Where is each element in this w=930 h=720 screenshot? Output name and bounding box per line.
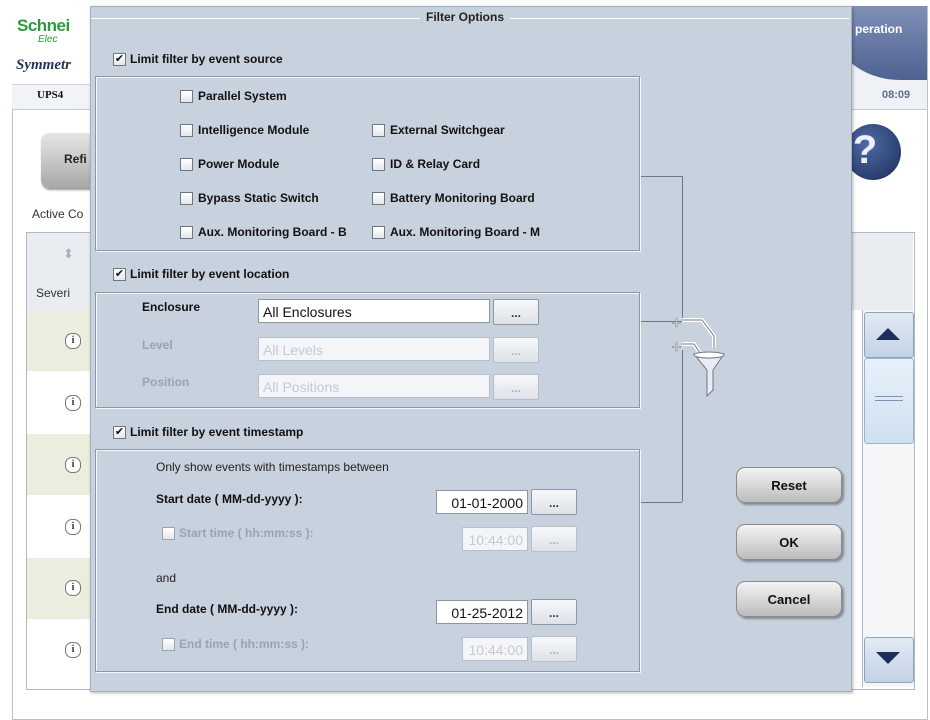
arrow-down-icon (876, 652, 900, 664)
timestamp-filter-checkbox[interactable]: ✔ (113, 426, 126, 439)
intelligence-module-label: Intelligence Module (198, 123, 310, 137)
timestamp-intro-text: Only show events with timestamps between (156, 460, 389, 474)
parallel-system-label: Parallel System (198, 89, 287, 103)
severity-column-header[interactable]: Severi (36, 286, 70, 300)
source-filter-label: Limit filter by event source (130, 52, 283, 66)
enclosure-browse-button[interactable]: ... (493, 299, 539, 325)
start-time-label: Start time ( hh:mm:ss ): (179, 526, 314, 540)
svg-text:+: + (671, 340, 682, 355)
id-relay-card-label: ID & Relay Card (390, 157, 481, 171)
reset-button[interactable]: Reset (736, 467, 842, 503)
start-time-field[interactable]: 10:44:00 (462, 527, 528, 551)
location-filter-checkbox[interactable]: ✔ (113, 268, 126, 281)
start-date-label: Start date ( MM-dd-yyyy ): (156, 492, 303, 506)
external-switchgear-checkbox[interactable] (372, 124, 385, 137)
battery-monitoring-board-label: Battery Monitoring Board (390, 191, 535, 205)
intelligence-module-checkbox[interactable] (180, 124, 193, 137)
sort-icon[interactable]: ⬍ (63, 246, 74, 262)
aux-monitoring-board-b-checkbox[interactable] (180, 226, 193, 239)
info-icon: i (65, 395, 81, 411)
position-field[interactable]: All Positions (258, 374, 490, 398)
power-module-label: Power Module (198, 157, 280, 171)
id-relay-card-checkbox[interactable] (372, 158, 385, 171)
brand-logo-sub: Elec (38, 34, 58, 45)
scrollbar-thumb[interactable] (864, 358, 914, 444)
aux-monitoring-board-m-label: Aux. Monitoring Board - M (390, 225, 540, 239)
dialog-title: Filter Options (420, 10, 510, 24)
grip-line (875, 400, 903, 401)
end-time-label: End time ( hh:mm:ss ): (179, 637, 310, 651)
aux-monitoring-board-m-checkbox[interactable] (372, 226, 385, 239)
cancel-button[interactable]: Cancel (736, 581, 842, 617)
bypass-static-switch-label: Bypass Static Switch (198, 191, 319, 205)
help-glyph: ? (852, 128, 878, 172)
info-icon: i (65, 642, 81, 658)
grip-line (875, 396, 903, 397)
refresh-button-label: Refi (64, 152, 87, 166)
position-label: Position (142, 375, 190, 389)
bypass-static-switch-checkbox[interactable] (180, 192, 193, 205)
arrow-up-icon (876, 328, 900, 340)
connector-line (640, 502, 682, 503)
external-switchgear-label: External Switchgear (390, 123, 505, 137)
level-browse-button[interactable]: ... (493, 337, 539, 363)
info-icon: i (65, 519, 81, 535)
connector-line (682, 176, 683, 321)
active-conditions-label: Active Co (32, 207, 84, 221)
connector-line (640, 176, 682, 177)
end-time-checkbox[interactable] (162, 638, 175, 651)
enclosure-label: Enclosure (142, 300, 201, 314)
operation-tab-label: peration (855, 22, 903, 36)
end-date-label: End date ( MM-dd-yyyy ): (156, 602, 299, 616)
start-time-picker-button[interactable]: ... (531, 526, 577, 552)
end-date-picker-button[interactable]: ... (531, 599, 577, 625)
and-text: and (156, 571, 177, 585)
info-icon: i (65, 333, 81, 349)
timestamp-filter-label: Limit filter by event timestamp (130, 425, 304, 439)
end-time-picker-button[interactable]: ... (531, 636, 577, 662)
parallel-system-checkbox[interactable] (180, 90, 193, 103)
svg-text:+: + (671, 316, 682, 331)
ok-button[interactable]: OK (736, 524, 842, 560)
position-browse-button[interactable]: ... (493, 374, 539, 400)
level-label: Level (142, 338, 173, 352)
end-date-field[interactable]: 01-25-2012 (436, 600, 528, 624)
start-date-field[interactable]: 01-01-2000 (436, 490, 528, 514)
info-icon: i (65, 457, 81, 473)
product-name: Symmetr (16, 57, 71, 73)
brand-logo: Schnei (17, 16, 70, 35)
device-name: UPS4 (37, 89, 64, 101)
filter-funnel-icon: + + (671, 316, 725, 398)
enclosure-field[interactable]: All Enclosures (258, 299, 490, 323)
source-filter-checkbox[interactable]: ✔ (113, 53, 126, 66)
end-time-field[interactable]: 10:44:00 (462, 637, 528, 661)
clock: 08:09 (882, 89, 911, 101)
level-field[interactable]: All Levels (258, 337, 490, 361)
source-group (95, 76, 640, 251)
start-time-checkbox[interactable] (162, 527, 175, 540)
battery-monitoring-board-checkbox[interactable] (372, 192, 385, 205)
info-icon: i (65, 580, 81, 596)
location-filter-label: Limit filter by event location (130, 267, 290, 281)
aux-monitoring-board-b-label: Aux. Monitoring Board - B (198, 225, 347, 239)
power-module-checkbox[interactable] (180, 158, 193, 171)
start-date-picker-button[interactable]: ... (531, 489, 577, 515)
